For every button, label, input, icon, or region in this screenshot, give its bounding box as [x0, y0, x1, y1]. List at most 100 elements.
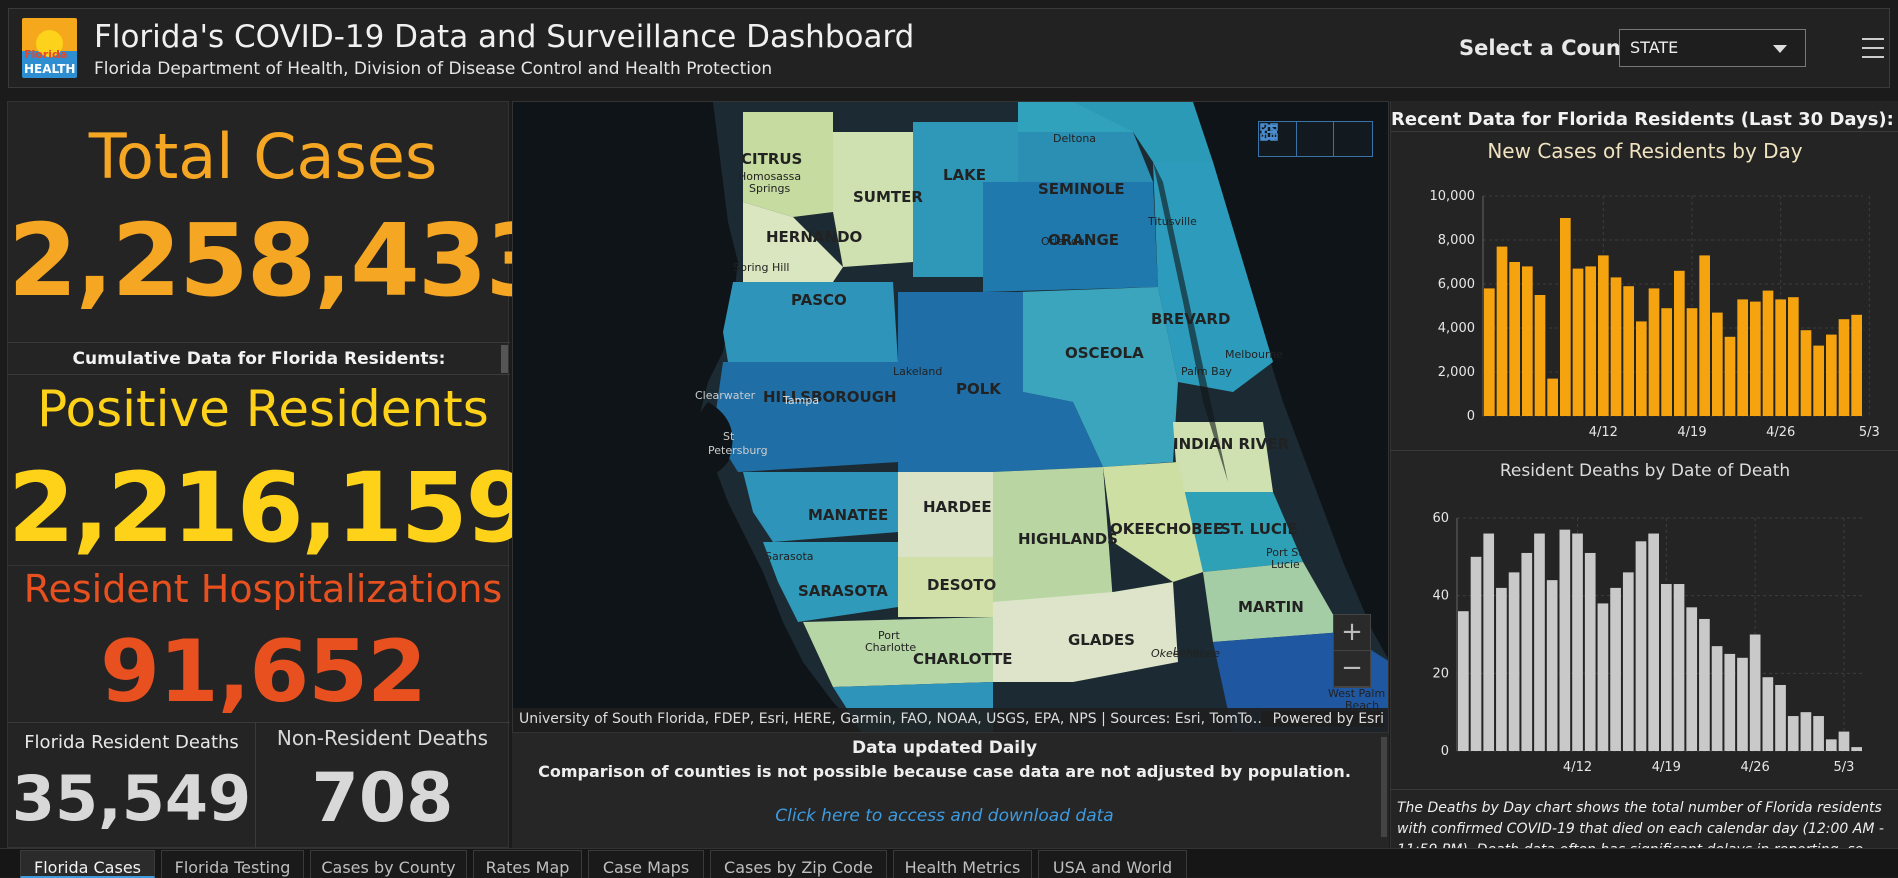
bar [1572, 268, 1584, 416]
bar [1813, 345, 1824, 416]
scrollbar[interactable] [501, 345, 508, 373]
svg-text:Tampa: Tampa [782, 394, 819, 407]
svg-text:SARASOTA: SARASOTA [798, 582, 888, 600]
bar [1622, 572, 1634, 751]
map-attribution: University of South Florida, FDEP, Esri,… [513, 708, 1388, 732]
cumulative-label: Cumulative Data for Florida Residents: [72, 349, 446, 369]
hospitalizations-label: Resident Hospitalizations [23, 567, 503, 611]
bar [1635, 541, 1647, 751]
divider [8, 565, 510, 566]
bar [1686, 607, 1698, 751]
bar [1851, 314, 1862, 416]
svg-text:SUMTER: SUMTER [853, 188, 923, 206]
bar [1470, 556, 1482, 751]
recent-data-title: Recent Data for Florida Residents (Last … [1391, 109, 1894, 130]
qr-grid-icon[interactable] [1260, 122, 1372, 156]
total-cases-value: 2,258,433 [8, 202, 555, 319]
zoom-out-button[interactable]: − [1334, 651, 1370, 687]
powered-by-esri[interactable]: Powered by Esri [1260, 711, 1384, 727]
tab-florida-testing[interactable]: Florida Testing [161, 850, 304, 878]
svg-text:INDIAN RIVER: INDIAN RIVER [1173, 435, 1290, 453]
bar [1483, 533, 1495, 751]
new-cases-chart: 0 2,000 4,000 6,000 8,000 10,000 4/12 4/19 4/26 5… [1430, 189, 1880, 440]
bar [1788, 297, 1799, 416]
x-tick-label: 4/26 [1741, 760, 1770, 775]
y-tick-label: 6,000 [1438, 277, 1475, 292]
svg-text:St: St [723, 430, 735, 443]
zoom-in-button[interactable]: + [1334, 615, 1370, 651]
download-data-link[interactable]: Click here to access and download data [512, 806, 1377, 826]
bar [1826, 334, 1837, 416]
x-tick-label: 4/12 [1563, 760, 1592, 775]
svg-text:Spring Hill: Spring Hill [733, 261, 789, 274]
deaths-chart-note: The Deaths by Day chart shows the total … [1397, 800, 1884, 848]
county-select-dropdown[interactable]: STATE [1619, 29, 1806, 67]
hamburger-menu-icon[interactable] [1862, 38, 1884, 58]
svg-text:Springs: Springs [749, 182, 790, 195]
bar [1636, 321, 1647, 416]
tab-cases-by-county[interactable]: Cases by County [310, 850, 467, 878]
florida-health-logo: Florida HEALTH [22, 18, 77, 78]
resident-deaths-value: 35,549 [11, 762, 252, 835]
y-tick-label: 2,000 [1438, 365, 1475, 380]
county-indian-river [1173, 422, 1273, 492]
bar [1559, 529, 1571, 751]
bar [1534, 295, 1546, 416]
divider [1391, 131, 1898, 132]
x-tick-label: 4/19 [1677, 425, 1706, 440]
svg-text:HARDEE: HARDEE [923, 498, 992, 516]
bar [1546, 580, 1558, 751]
bar [1598, 255, 1609, 416]
bar [1750, 301, 1761, 416]
svg-text:MANATEE: MANATEE [808, 506, 888, 524]
bar [1458, 611, 1469, 751]
county-map[interactable]: CITRUS SUMTER LAKE SEMINOLE HERNANDO ORA… [512, 101, 1389, 733]
divider [8, 722, 510, 723]
bar [1762, 677, 1774, 751]
y-tick-label: 10,000 [1430, 189, 1476, 204]
bar [1610, 277, 1622, 416]
tab-usa-and-world[interactable]: USA and World [1038, 850, 1187, 878]
divider [1391, 789, 1898, 790]
svg-text:Sarasota: Sarasota [765, 550, 814, 563]
bar [1597, 603, 1609, 751]
scrollbar[interactable] [1381, 737, 1387, 837]
bar [1547, 378, 1558, 416]
bar [1521, 552, 1533, 751]
summary-stats-panel: Total Cases 2,258,433 Cumulative Data fo… [7, 101, 555, 849]
svg-text:OKEECHOBEE: OKEECHOBEE [1110, 520, 1223, 538]
legend-list-icon[interactable] [1261, 122, 1335, 156]
x-tick-label: 4/26 [1766, 425, 1795, 440]
bar [1572, 533, 1583, 751]
tab-florida-cases[interactable]: Florida Cases [20, 850, 155, 878]
bar [1648, 288, 1660, 416]
svg-text:Lucie: Lucie [1271, 558, 1300, 571]
svg-text:PASCO: PASCO [791, 291, 847, 309]
county-select-label: Select a County [1459, 36, 1645, 60]
x-tick-label: 5/3 [1859, 425, 1880, 440]
bar [1724, 653, 1736, 751]
chevron-down-icon [1773, 45, 1787, 53]
bar [1610, 587, 1621, 751]
bar [1800, 330, 1812, 416]
bar [1584, 552, 1596, 751]
bar [1585, 266, 1596, 416]
svg-text:Deltona: Deltona [1053, 132, 1096, 145]
nonresident-deaths-label: Non-Resident Deaths [276, 726, 489, 750]
bar [1623, 286, 1634, 416]
tab-rates-map[interactable]: Rates Map [473, 850, 582, 878]
bar [1724, 336, 1736, 416]
y-tick-label: 8,000 [1438, 233, 1475, 248]
bar [1661, 584, 1672, 751]
svg-text:Orlando: Orlando [1041, 235, 1085, 248]
bar [1838, 319, 1850, 416]
svg-text:Lakeland: Lakeland [893, 365, 942, 378]
svg-text:ST. LUCIE: ST. LUCIE [1220, 520, 1298, 538]
svg-text:DESOTO: DESOTO [927, 576, 996, 594]
tab-cases-by-zip-code[interactable]: Cases by Zip Code [710, 850, 887, 878]
tab-case-maps[interactable]: Case Maps [588, 850, 704, 878]
tab-health-metrics[interactable]: Health Metrics [893, 850, 1032, 878]
bar [1673, 584, 1685, 751]
svg-text:MARTIN: MARTIN [1238, 598, 1304, 616]
svg-text:Charlotte: Charlotte [865, 641, 916, 654]
